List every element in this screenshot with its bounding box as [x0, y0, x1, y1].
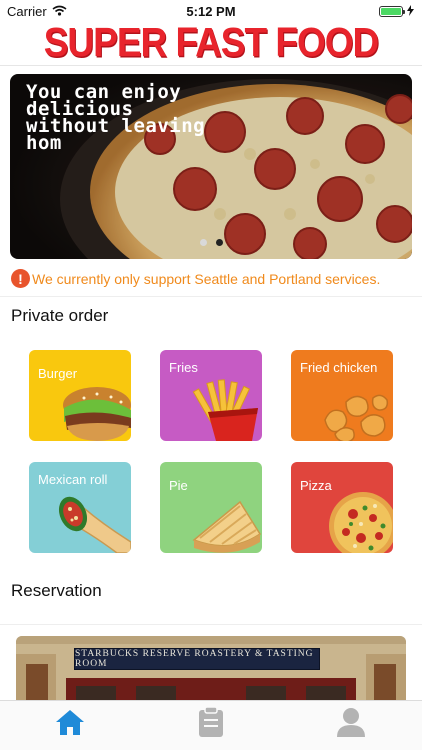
category-label: Pie [169, 478, 188, 493]
category-label: Pizza [300, 478, 332, 493]
category-tile-fried-chicken[interactable]: Fried chicken [291, 350, 393, 441]
carousel-dot-1[interactable] [200, 239, 207, 246]
app-header: SUPER FAST FOOD [0, 20, 422, 66]
status-bar: Carrier 5:12 PM [0, 0, 422, 22]
app-logo: SUPER FAST FOOD [43, 19, 379, 65]
tab-home[interactable] [50, 706, 90, 738]
tab-orders[interactable] [191, 706, 231, 738]
status-right [379, 4, 414, 19]
alert-circle-icon: ! [11, 269, 30, 288]
service-notice: ! We currently only support Seattle and … [11, 269, 380, 288]
charging-icon [407, 4, 414, 19]
pizza-icon [329, 492, 393, 553]
clipboard-icon [199, 707, 223, 737]
category-tile-pizza[interactable]: Pizza [291, 462, 393, 553]
promo-banner[interactable]: You can enjoy delicious without leaving … [10, 74, 412, 259]
category-tile-pie[interactable]: Pie [160, 462, 262, 553]
store-sign: STARBUCKS RESERVE ROASTERY & TASTING ROO… [74, 648, 320, 670]
user-icon [337, 708, 365, 737]
battery-icon [379, 6, 405, 17]
category-label: Mexican roll [38, 472, 108, 487]
home-icon [56, 710, 84, 735]
banner-caption: You can enjoy delicious without leaving … [26, 81, 206, 154]
carousel-dots[interactable] [200, 239, 223, 246]
category-label: Fries [169, 360, 198, 375]
reservation-card-image[interactable]: STARBUCKS RESERVE ROASTERY & TASTING ROO… [16, 636, 406, 706]
service-notice-text: We currently only support Seattle and Po… [32, 270, 381, 287]
storefront-image [16, 636, 406, 706]
category-label: Burger [38, 366, 78, 381]
private-order-title: Private order [11, 306, 109, 325]
category-tile-mexican-roll[interactable]: Mexican roll [29, 462, 131, 553]
tab-profile[interactable] [331, 706, 371, 738]
category-tile-fries[interactable]: Fries [160, 350, 262, 441]
burger-icon [63, 387, 131, 441]
status-time: 5:12 PM [186, 4, 236, 19]
carousel-dot-2[interactable] [216, 239, 223, 246]
pie-icon [192, 500, 262, 553]
reservation-title: Reservation [11, 581, 102, 600]
tab-bar [0, 700, 422, 750]
divider [0, 296, 422, 297]
category-tile-burger[interactable]: Burger [29, 350, 131, 441]
category-label: Fried chicken [300, 360, 378, 375]
divider [0, 624, 422, 625]
